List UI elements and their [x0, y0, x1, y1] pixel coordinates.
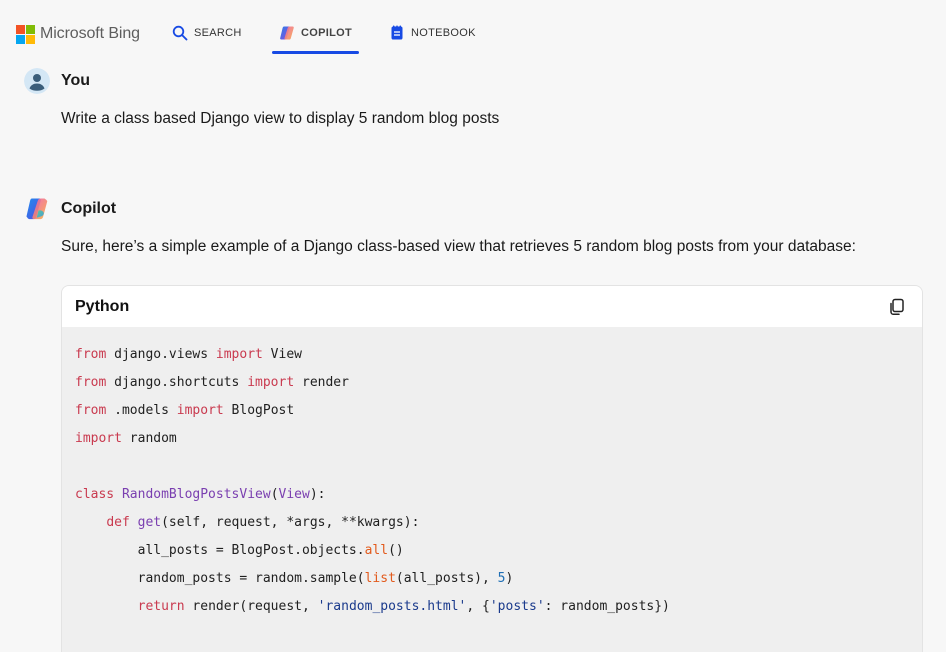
code-line: class RandomBlogPostsView(View):	[75, 487, 326, 502]
code-language-label: Python	[75, 297, 130, 315]
tab-copilot[interactable]: COPILOT	[272, 20, 359, 54]
copilot-message-text: Sure, here’s a simple example of a Djang…	[61, 238, 856, 255]
user-message-header: You	[24, 68, 90, 94]
active-tab-indicator	[272, 51, 359, 54]
tab-search-label: SEARCH	[194, 27, 242, 39]
code-line: from django.shortcuts import render	[75, 375, 349, 390]
copilot-name: Copilot	[61, 200, 117, 217]
notebook-icon	[391, 25, 403, 40]
code-line: random_posts = random.sample(list(all_po…	[75, 571, 514, 586]
bing-logo[interactable]: Microsoft Bing	[16, 24, 140, 44]
code-line: return render(request, 'random_posts.htm…	[137, 599, 670, 614]
copilot-message-header: Copilot	[24, 196, 116, 222]
code-line: all_posts = BlogPost.objects.all()	[75, 543, 404, 558]
code-line: def get(self, request, *args, **kwargs):	[106, 515, 420, 530]
copilot-icon	[280, 26, 294, 40]
user-avatar-icon	[24, 68, 50, 94]
tab-notebook[interactable]: NOTEBOOK	[389, 20, 476, 54]
code-content[interactable]: from django.views import View from djang…	[62, 327, 922, 635]
search-icon	[172, 25, 188, 41]
tab-copilot-label: COPILOT	[301, 27, 352, 39]
microsoft-logo-icon	[16, 24, 35, 44]
code-block-header: Python	[62, 286, 922, 327]
copy-code-button[interactable]	[886, 296, 908, 318]
copy-icon	[890, 298, 904, 315]
tab-notebook-label: NOTEBOOK	[411, 27, 476, 39]
user-message-text: Write a class based Django view to displ…	[61, 110, 500, 127]
user-name: You	[61, 72, 91, 89]
code-line: from .models import BlogPost	[75, 403, 295, 418]
code-line: import random	[75, 431, 177, 446]
brand-name: Microsoft Bing	[40, 25, 140, 42]
top-navigation: Microsoft Bing SEARCH COPILOT NOTEBOOK	[0, 0, 946, 66]
tab-search[interactable]: SEARCH	[172, 20, 242, 54]
code-block: Python from django.views import View fro…	[61, 285, 923, 652]
code-line: from django.views import View	[75, 347, 302, 362]
copilot-avatar-icon	[26, 198, 48, 220]
